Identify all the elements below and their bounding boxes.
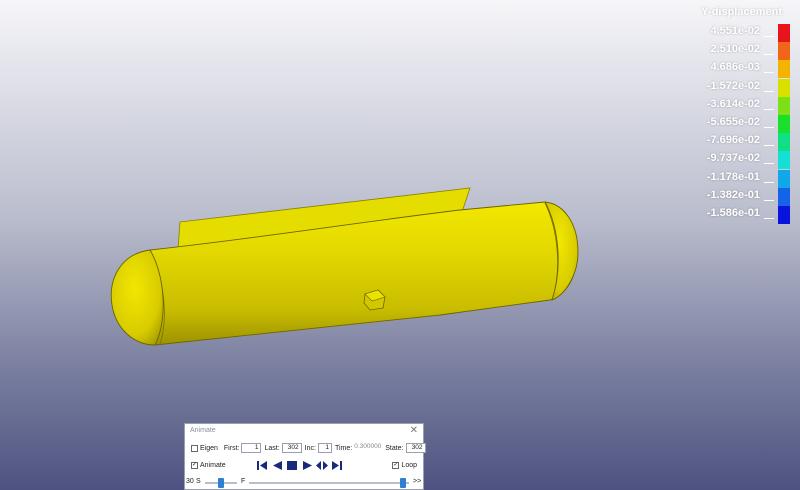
play-icon[interactable] [301,459,314,472]
legend-entry: -9.737e-02 [590,151,790,170]
legend-tick [764,181,774,183]
loop-label: Loop [401,461,417,469]
inc-label: Inc: [304,444,316,452]
legend-value-label: 2.510e-02 [710,43,760,56]
legend-entry: -1.382e-01 [590,187,790,206]
frame-slider-thumb[interactable] [400,478,406,488]
frame-slider-track[interactable] [249,482,409,484]
legend-entry: -5.655e-02 [590,115,790,133]
state-label: State: [385,444,404,452]
legend-entry: 2.510e-02 [590,42,790,61]
legend-entry: -3.614e-02 [590,96,790,115]
legend-color-swatch [778,206,790,224]
last-label: Last: [264,444,280,452]
stop-icon[interactable] [286,459,299,472]
time-value: 0.300000 [354,443,383,453]
legend-value-label: -7.696e-02 [706,134,760,147]
bounce-icon[interactable] [316,459,329,472]
speed-value: 30 [186,478,194,485]
step-back-icon[interactable] [271,459,284,472]
eigen-checkbox[interactable] [191,444,198,452]
legend-value-label: -1.178e-01 [706,170,760,183]
legend-value-label: 4.686e-03 [710,61,760,74]
close-icon[interactable]: ✕ [410,425,418,436]
legend-tick [764,145,774,147]
legend-tick [764,199,774,201]
legend-color-swatch [778,24,790,42]
legend-color-swatch [778,187,790,206]
first-field[interactable]: 1 [241,443,262,453]
legend-entry: -1.572e-02 [590,78,790,97]
animate-checkbox[interactable]: ✓ [191,461,198,469]
speed-slider-thumb[interactable] [218,478,224,488]
slider-row: 30 S F >> [185,476,423,489]
legend-entry: -7.696e-02 [590,133,790,152]
legend-color-swatch [778,60,790,79]
legend-tick [764,72,774,74]
dialog-title: Animate [190,427,216,434]
legend-value-label: -1.572e-02 [706,79,760,92]
inc-field[interactable]: 1 [317,443,332,453]
loop-checkbox[interactable]: ✓ [392,461,400,469]
last-field[interactable]: 302 [281,443,302,453]
legend-tick [764,36,774,37]
legend-value-label: -5.655e-02 [706,116,760,128]
legend-color-swatch [778,169,790,188]
legend-color-swatch [778,115,790,133]
legend-value-label: -1.586e-01 [706,207,760,219]
legend-color-swatch [778,133,790,152]
animate-label: Animate [200,461,226,469]
legend-tick [764,218,774,219]
tank-left-cap [110,249,164,346]
legend-color-swatch [778,96,790,115]
legend-value-label: -1.382e-01 [706,188,760,201]
first-label: First: [223,444,240,452]
legend-color-swatch [778,151,790,170]
legend-title: Y-displacement [701,6,782,18]
legend-entry: 4.686e-03 [590,60,790,79]
legend-tick [764,54,774,56]
legend-tick [764,127,774,128]
speed-slow-label: S [196,478,201,485]
animate-dialog: Animate ✕ Eigen First: 1 Last: 302 Inc: … [184,423,426,490]
contour-legend: Y-displacement 4.551e-02 2.510e-02 4.686e-… [590,6,790,224]
legend-color-swatch [778,78,790,97]
first-frame-icon[interactable] [256,459,269,472]
legend-tick [764,163,774,165]
eigen-label: Eigen [200,444,218,452]
state-field[interactable]: 302 [405,443,426,453]
legend-tick [764,90,774,92]
legend-entry: 4.551e-02 [590,24,790,42]
speed-fast-label: F [241,478,246,485]
legend-entry: -1.586e-01 [590,206,790,224]
legend-entry: -1.178e-01 [590,169,790,188]
last-frame-icon[interactable] [331,459,344,472]
time-label: Time: [334,444,353,452]
legend-color-swatch [778,42,790,61]
frame-slider-end-label: >> [413,478,422,485]
frame-range-row: Eigen First: 1 Last: 302 Inc: 1 Time: 0.… [191,441,429,455]
playback-row: ✓ Animate ✓ Loop [191,458,419,472]
legend-value-label: -3.614e-02 [706,97,760,110]
legend-value-label: -9.737e-02 [706,152,760,165]
legend-tick [764,108,774,110]
legend-value-label: 4.551e-02 [710,25,760,37]
